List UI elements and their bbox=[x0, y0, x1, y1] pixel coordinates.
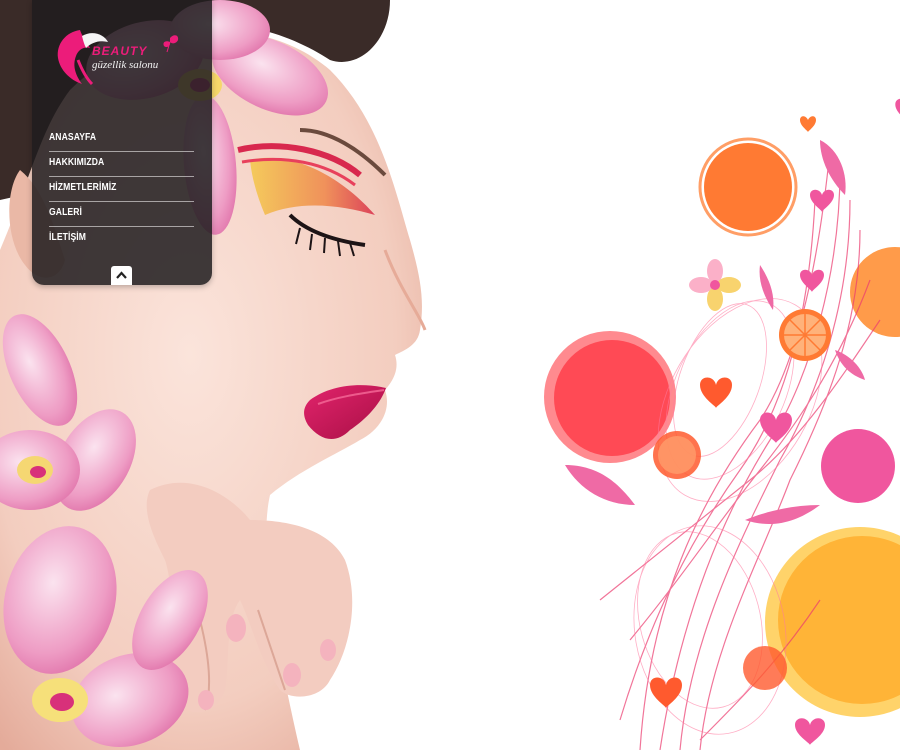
nav-item-hizmetlerimiz: HİZMETLERİMİZ bbox=[49, 177, 194, 202]
nav-link-galeri[interactable]: GALERİ bbox=[49, 202, 174, 218]
collapse-menu-button[interactable] bbox=[111, 266, 132, 285]
nav-item-anasayfa: ANASAYFA bbox=[49, 127, 194, 152]
chevron-up-icon bbox=[116, 271, 127, 279]
nav-link-hizmetlerimiz[interactable]: HİZMETLERİMİZ bbox=[49, 177, 174, 193]
nav-item-hakkimizda: HAKKIMIZDA bbox=[49, 152, 194, 177]
nav-link-iletisim[interactable]: İLETİŞİM bbox=[49, 227, 174, 243]
nav-item-galeri: GALERİ bbox=[49, 202, 194, 227]
nav-item-iletisim: İLETİŞİM bbox=[49, 227, 194, 252]
nav-panel: BEAUTY güzellik salonu ANASAYFA HAKKIMIZ… bbox=[32, 0, 212, 285]
brand-tagline: güzellik salonu bbox=[92, 59, 159, 71]
main-nav: ANASAYFA HAKKIMIZDA HİZMETLERİMİZ GALERİ… bbox=[49, 127, 194, 252]
nav-link-anasayfa[interactable]: ANASAYFA bbox=[49, 127, 174, 143]
brand-logo[interactable]: BEAUTY güzellik salonu bbox=[52, 22, 192, 92]
brand-name: BEAUTY bbox=[92, 44, 148, 58]
nav-link-hakkimizda[interactable]: HAKKIMIZDA bbox=[49, 152, 174, 168]
